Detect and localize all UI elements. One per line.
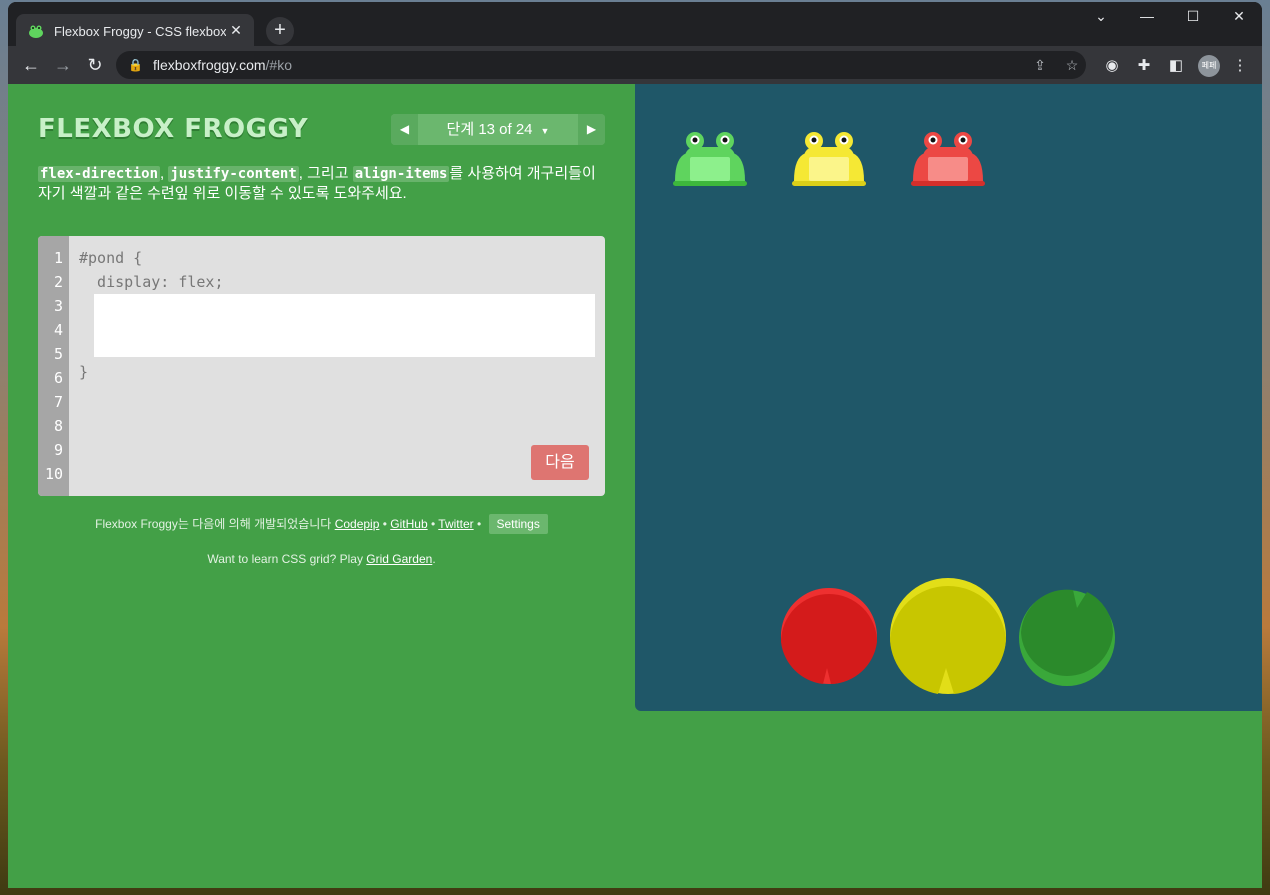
browser-window: Flexbox Froggy - CSS flexbox 속 ✕ + ⌄ — ☐…	[8, 2, 1262, 888]
tab-strip: Flexbox Froggy - CSS flexbox 속 ✕ + ⌄ — ☐…	[8, 2, 1262, 47]
bookmark-star-icon[interactable]: ☆	[1060, 51, 1084, 79]
next-button[interactable]: 다음	[531, 445, 589, 480]
share-icon[interactable]: ⇪	[1028, 51, 1052, 79]
settings-button[interactable]: Settings	[488, 514, 548, 534]
lilypad-yellow	[890, 578, 1006, 694]
github-link[interactable]: GitHub	[390, 517, 427, 531]
line-number-gutter: 1 2 3 4 5 6 7 8 9 10	[38, 236, 69, 496]
level-navigator: ◀ 단계 13 of 24 ▼ ▶	[391, 114, 605, 145]
frog-yellow	[792, 132, 866, 186]
next-level-icon[interactable]: ▶	[578, 114, 605, 145]
url-host: flexboxfroggy.com	[152, 57, 266, 73]
instructions-sep-2: , 그리고	[298, 165, 353, 182]
forward-arrow-icon[interactable]: →	[50, 52, 76, 78]
minimize-icon[interactable]: —	[1132, 8, 1162, 24]
code-flex-direction: flex-direction	[38, 166, 161, 182]
maximize-icon[interactable]: ☐	[1178, 8, 1208, 25]
codepip-link[interactable]: Codepip	[335, 517, 380, 531]
twitter-link[interactable]: Twitter	[438, 517, 473, 531]
code-line-2: display: flex;	[79, 273, 224, 291]
url-path: /#ko	[265, 57, 292, 73]
back-arrow-icon[interactable]: ←	[18, 52, 44, 78]
extensions-puzzle-icon[interactable]: ✚	[1134, 56, 1154, 76]
tab-close-icon[interactable]: ✕	[226, 22, 246, 39]
grid-garden-suffix: .	[432, 552, 436, 566]
reload-icon[interactable]: ↻	[82, 52, 108, 78]
code-align-items: align-items	[352, 166, 450, 182]
grid-garden-promo: Want to learn CSS grid? Play Grid Garden…	[38, 552, 605, 566]
profile-avatar[interactable]: 페페	[1198, 55, 1220, 77]
line-number: 4	[53, 321, 63, 339]
line-number: 3	[53, 297, 63, 315]
lilypad-red	[780, 588, 877, 684]
level-indicator[interactable]: 단계 13 of 24 ▼	[418, 114, 578, 145]
browser-tab[interactable]: Flexbox Froggy - CSS flexbox 속 ✕	[16, 14, 254, 47]
credits: Flexbox Froggy는 다음에 의해 개발되었습니다 Codepip •…	[38, 514, 605, 534]
lock-icon: 🔒	[128, 58, 143, 72]
frog-red	[911, 132, 985, 186]
line-number: 2	[53, 273, 63, 291]
code-justify-content: justify-content	[168, 166, 299, 182]
line-number: 5	[53, 345, 63, 363]
menu-kebab-icon[interactable]: ⋮	[1230, 56, 1250, 76]
frog-green	[673, 132, 747, 186]
side-panel-icon[interactable]: ◧	[1166, 56, 1186, 76]
lilypad-green	[1019, 589, 1115, 686]
line-number: 1	[53, 249, 63, 267]
browser-toolbar: ← → ↻ 🔒 flexboxfroggy.com/#ko ⇪ ☆ ◉ ✚ ◧ …	[8, 46, 1262, 84]
bullet: •	[427, 517, 439, 531]
game-logo: FLEXBOX FROGGY	[38, 114, 309, 144]
camera-icon[interactable]: ◉	[1102, 56, 1122, 76]
page-content: FLEXBOX FROGGY ◀ 단계 13 of 24 ▼ ▶ flex-dir…	[8, 84, 1262, 888]
code-line-1: #pond {	[79, 249, 143, 267]
instructions: flex-direction, justify-content, 그리고 ali…	[38, 164, 605, 204]
grid-garden-link[interactable]: Grid Garden	[366, 552, 432, 566]
css-code-input[interactable]	[94, 294, 595, 357]
close-window-icon[interactable]: ✕	[1224, 8, 1254, 25]
line-number: 6	[53, 369, 63, 387]
grid-garden-prefix: Want to learn CSS grid? Play	[207, 552, 367, 566]
code-editor: 1 2 3 4 5 6 7 8 9 10 #pond { display: fl…	[38, 236, 605, 496]
pond	[635, 84, 1262, 711]
code-line-6: }	[79, 363, 89, 381]
bullet: •	[473, 517, 485, 531]
credits-prefix: Flexbox Froggy는 다음에 의해 개발되었습니다	[95, 517, 335, 531]
frog-favicon-icon	[29, 25, 43, 38]
line-number: 9	[53, 441, 63, 459]
level-indicator-label: 단계 13 of 24	[446, 121, 533, 138]
bullet: •	[379, 517, 391, 531]
line-number: 7	[53, 393, 63, 411]
line-number: 10	[44, 465, 63, 483]
tab-title: Flexbox Froggy - CSS flexbox 속	[54, 24, 226, 39]
new-tab-button[interactable]: +	[266, 17, 294, 45]
tab-search-chevron-icon[interactable]: ⌄	[1086, 8, 1116, 25]
line-number: 8	[53, 417, 63, 435]
previous-level-icon[interactable]: ◀	[391, 114, 418, 145]
caret-down-icon: ▼	[540, 126, 550, 136]
address-bar[interactable]: 🔒 flexboxfroggy.com/#ko ⇪ ☆	[116, 51, 1086, 79]
